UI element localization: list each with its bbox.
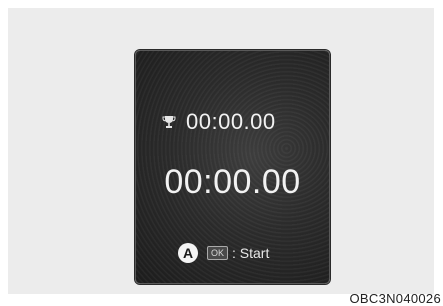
start-hint-text: : Start: [232, 245, 270, 261]
cluster-display-screen: 00:00.00 00:00.00 A OK : Start: [135, 50, 330, 284]
trophy-icon: [162, 115, 176, 129]
figure-code-caption: OBC3N040026: [349, 291, 441, 306]
best-time-value: 00:00.00: [186, 109, 276, 134]
stopwatch-time-value: 00:00.00: [164, 163, 301, 201]
figure-background: 00:00.00 00:00.00 A OK : Start: [8, 8, 434, 294]
best-record-row: 00:00.00: [162, 109, 276, 135]
callout-marker-a: A: [178, 243, 198, 263]
ok-button-icon: OK: [207, 246, 229, 260]
start-hint: A OK : Start: [178, 243, 269, 263]
